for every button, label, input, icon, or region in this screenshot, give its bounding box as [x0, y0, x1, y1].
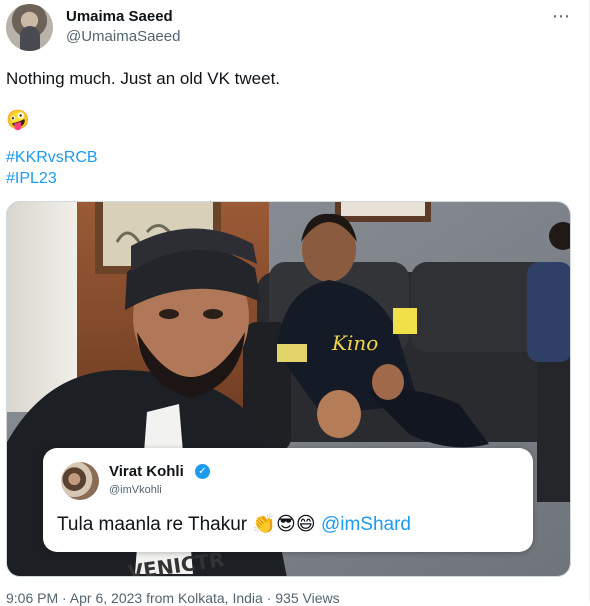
author-handle[interactable]: @UmaimaSaeed — [66, 28, 180, 45]
hashtag-kkrvsrcb[interactable]: #KKRvsRCB — [6, 149, 98, 167]
more-options-icon[interactable]: ⋯ — [552, 6, 571, 27]
embedded-mention: @imShard — [320, 514, 411, 535]
tweet-emoji: 🤪 — [6, 110, 30, 131]
verified-badge-icon: ✓ — [195, 464, 210, 479]
tweet-footer: 9:06 PM · Apr 6, 2023 from Kolkata, Indi… — [6, 590, 340, 606]
hashtag-ipl23[interactable]: #IPL23 — [6, 170, 57, 188]
embedded-tweet-emojis: 👏😎😄 — [252, 514, 316, 535]
embedded-avatar — [61, 462, 99, 500]
tweet-image[interactable]: Kino VENICTR Virat Kohli ✓ @imVkohli Tul… — [6, 201, 571, 577]
embedded-tweet-body: Tula maanla re Thakur 👏😎😄 @imShard — [57, 512, 411, 536]
tweet: Umaima Saeed @UmaimaSaeed ⋯ Nothing much… — [0, 0, 590, 606]
embedded-tweet-card: Virat Kohli ✓ @imVkohli Tula maanla re T… — [43, 448, 533, 552]
tweet-text: Nothing much. Just an old VK tweet. — [6, 69, 281, 88]
jersey-text: Kino — [331, 331, 378, 355]
author-avatar[interactable] — [6, 4, 53, 51]
embedded-author-handle: @imVkohli — [109, 484, 162, 496]
author-name[interactable]: Umaima Saeed — [66, 8, 173, 25]
embedded-tweet-text: Tula maanla re Thakur — [57, 514, 248, 535]
embedded-author-name: Virat Kohli — [109, 463, 184, 480]
